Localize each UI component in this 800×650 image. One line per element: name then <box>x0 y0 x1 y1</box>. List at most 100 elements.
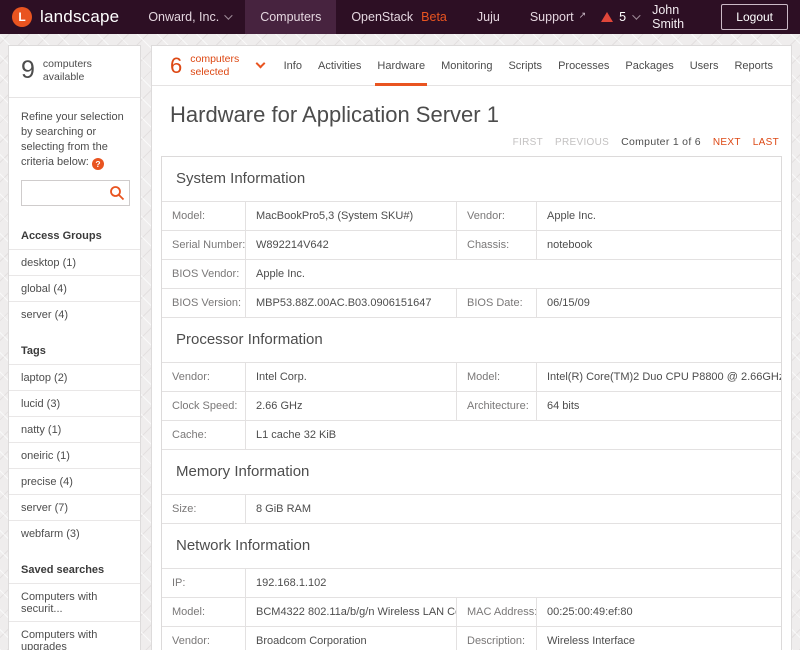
pagination: FIRST PREVIOUS Computer 1 of 6 NEXT LAST <box>152 132 791 154</box>
chevron-down-icon <box>224 11 232 19</box>
pagination-next[interactable]: NEXT <box>713 137 741 148</box>
landscape-logo-text: landscape <box>40 7 119 27</box>
sidebar-item-webfarm[interactable]: webfarm (3) <box>9 520 140 546</box>
section-title-processor: Processor Information <box>162 318 781 363</box>
sidebar-item-lucid[interactable]: lucid (3) <box>9 390 140 416</box>
computers-available-count: 9 computers available <box>9 46 140 97</box>
sidebar-item-desktop[interactable]: desktop (1) <box>9 249 140 275</box>
row-label: Serial Number: <box>162 231 246 259</box>
row-value: 64 bits <box>537 392 781 420</box>
landscape-logo-icon: L <box>12 7 32 27</box>
tab-reports[interactable]: Reports <box>726 46 781 85</box>
row-label: Vendor: <box>457 202 537 230</box>
table-row: Vendor: Broadcom Corporation Description… <box>162 627 781 650</box>
sidebar-item-global[interactable]: global (4) <box>9 275 140 301</box>
sidebar-item-server-tag[interactable]: server (7) <box>9 494 140 520</box>
row-label: Model: <box>162 598 246 626</box>
row-label: Architecture: <box>457 392 537 420</box>
sidebar: 9 computers available Refine your select… <box>8 45 141 650</box>
landscape-logo[interactable]: L landscape <box>0 0 133 34</box>
tab-monitoring[interactable]: Monitoring <box>433 46 500 85</box>
row-label: BIOS Vendor: <box>162 260 246 288</box>
tab-processes[interactable]: Processes <box>550 46 617 85</box>
sidebar-item-security-search[interactable]: Computers with securit... <box>9 583 140 621</box>
sidebar-item-upgrades-search[interactable]: Computers with upgrades <box>9 621 140 650</box>
row-value: Broadcom Corporation <box>246 627 457 650</box>
pagination-first[interactable]: FIRST <box>513 137 543 148</box>
sidebar-item-server-group[interactable]: server (4) <box>9 301 140 327</box>
row-value: Intel(R) Core(TM)2 Duo CPU P8800 @ 2.66G… <box>537 363 781 391</box>
sidebar-item-precise[interactable]: precise (4) <box>9 468 140 494</box>
nav-openstack-label: OpenStack <box>351 10 413 24</box>
sidebar-item-oneiric[interactable]: oneiric (1) <box>9 442 140 468</box>
row-value: Apple Inc. <box>537 202 781 230</box>
pagination-previous[interactable]: PREVIOUS <box>555 137 609 148</box>
table-row: Vendor: Intel Corp. Model: Intel(R) Core… <box>162 363 781 392</box>
hardware-card: System Information Model: MacBookPro5,3 … <box>161 156 782 650</box>
access-groups-title: Access Groups <box>9 222 140 249</box>
user-name[interactable]: John Smith <box>652 3 707 31</box>
selected-count-number: 6 <box>170 53 182 79</box>
row-value: 00:25:00:49:ef:80 <box>537 598 781 626</box>
tab-info[interactable]: Info <box>276 46 310 85</box>
selected-label-line1: computers <box>190 53 239 65</box>
row-label: Model: <box>457 363 537 391</box>
nav-computers[interactable]: Computers <box>245 0 336 34</box>
table-row: BIOS Version: MBP53.88Z.00AC.B03.0906151… <box>162 289 781 318</box>
table-row: Model: MacBookPro5,3 (System SKU#) Vendo… <box>162 202 781 231</box>
tab-scripts[interactable]: Scripts <box>500 46 550 85</box>
row-value: 2.66 GHz <box>246 392 457 420</box>
row-label: Size: <box>162 495 246 523</box>
nav-computers-label: Computers <box>260 10 321 24</box>
row-value: Apple Inc. <box>246 260 781 288</box>
section-title-network: Network Information <box>162 524 781 569</box>
nav-juju[interactable]: Juju <box>462 0 515 34</box>
search-icon[interactable] <box>109 185 125 201</box>
search-box <box>21 180 130 206</box>
chevron-down-icon <box>632 11 640 19</box>
row-label: MAC Address: <box>457 598 537 626</box>
row-value: BCM4322 802.11a/b/g/n Wireless LAN Contr… <box>246 598 457 626</box>
row-value: W892214V642 <box>246 231 457 259</box>
row-label: BIOS Version: <box>162 289 246 317</box>
section-saved-searches: Saved searches Computers with securit...… <box>9 552 140 650</box>
computers-selected-dropdown[interactable]: 6 computers selected <box>162 46 264 85</box>
table-row: Clock Speed: 2.66 GHz Architecture: 64 b… <box>162 392 781 421</box>
nav-support[interactable]: Support ↗︎ <box>515 0 601 34</box>
row-value: Intel Corp. <box>246 363 457 391</box>
row-label: IP: <box>162 569 246 597</box>
section-title-system: System Information <box>162 157 781 202</box>
alert-triangle-icon <box>601 12 613 22</box>
sidebar-item-laptop[interactable]: laptop (2) <box>9 364 140 390</box>
chevron-down-icon <box>256 59 266 69</box>
row-label: Description: <box>457 627 537 650</box>
tab-activities[interactable]: Activities <box>310 46 369 85</box>
nav-juju-label: Juju <box>477 10 500 24</box>
nav-openstack[interactable]: OpenStack Beta <box>336 0 462 34</box>
table-row: Cache: L1 cache 32 KiB <box>162 421 781 450</box>
row-label: Vendor: <box>162 363 246 391</box>
tab-users[interactable]: Users <box>682 46 727 85</box>
selected-label-line2: selected <box>190 66 229 78</box>
logout-button[interactable]: Logout <box>721 4 788 30</box>
row-label: Chassis: <box>457 231 537 259</box>
row-label: Model: <box>162 202 246 230</box>
pagination-last[interactable]: LAST <box>753 137 779 148</box>
section-tags: Tags laptop (2) lucid (3) natty (1) onei… <box>9 333 140 552</box>
tab-hardware[interactable]: Hardware <box>369 46 433 85</box>
section-access-groups: Access Groups desktop (1) global (4) ser… <box>9 218 140 333</box>
external-link-icon: ↗︎ <box>579 10 587 21</box>
alerts-dropdown[interactable]: 5 <box>601 10 638 24</box>
sidebar-item-natty[interactable]: natty (1) <box>9 416 140 442</box>
help-icon[interactable]: ? <box>92 158 104 170</box>
pagination-current: Computer 1 of 6 <box>621 136 701 148</box>
saved-searches-title: Saved searches <box>9 556 140 583</box>
row-value: MBP53.88Z.00AC.B03.0906151647 <box>246 289 457 317</box>
tab-packages[interactable]: Packages <box>617 46 681 85</box>
alert-count: 5 <box>619 10 626 24</box>
nav-account-menu[interactable]: Onward, Inc. <box>133 0 245 34</box>
row-value: 06/15/09 <box>537 289 781 317</box>
selected-count-label: computers selected <box>190 53 239 77</box>
table-row: IP: 192.168.1.102 <box>162 569 781 598</box>
page-title: Hardware for Application Server 1 <box>152 86 791 132</box>
